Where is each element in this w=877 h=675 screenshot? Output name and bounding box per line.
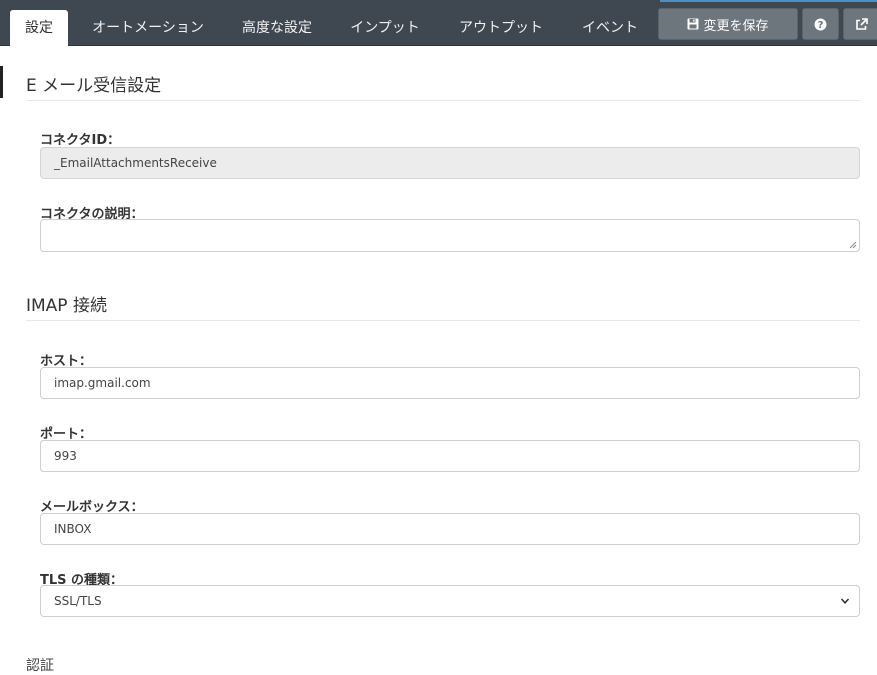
connector-id-label: コネクタID： <box>40 133 121 148</box>
save-changes-button[interactable]: 変更を保存 <box>658 8 798 40</box>
tab-output[interactable]: アウトプット <box>448 10 554 46</box>
floppy-disk-icon <box>687 18 699 30</box>
accent-line <box>660 0 877 2</box>
tab-automation[interactable]: オートメーション <box>82 10 214 46</box>
save-button-label: 変更を保存 <box>703 18 769 34</box>
svg-text:?: ? <box>818 20 824 31</box>
tls-type-selected-value: SSL/TLS <box>54 594 102 608</box>
external-link-icon <box>855 17 868 31</box>
divider <box>26 320 860 321</box>
tab-settings[interactable]: 設定 <box>10 10 68 46</box>
tab-input[interactable]: インプット <box>340 10 430 46</box>
active-section-indicator <box>0 66 3 98</box>
imap-connection-title: IMAP 接続 <box>26 296 107 316</box>
question-circle-icon: ? <box>814 18 827 31</box>
chevron-down-icon <box>840 598 850 604</box>
tls-type-select[interactable]: SSL/TLS <box>40 585 860 617</box>
help-button[interactable]: ? <box>802 8 839 40</box>
connector-id-field: _EmailAttachmentsReceive <box>40 147 860 179</box>
authentication-section-title: 認証 <box>26 658 54 674</box>
connector-description-textarea[interactable] <box>40 219 860 252</box>
mailbox-input[interactable]: INBOX <box>40 513 860 545</box>
resize-handle-icon[interactable] <box>849 241 857 249</box>
port-input[interactable]: 993 <box>40 440 860 472</box>
host-input[interactable]: imap.gmail.com <box>40 367 860 399</box>
top-navigation-bar: 設定 オートメーション 高度な設定 インプット アウトプット イベント 変更を保… <box>0 0 877 46</box>
tab-events[interactable]: イベント <box>572 10 648 46</box>
divider <box>26 100 860 101</box>
email-settings-title: E メール受信設定 <box>26 76 162 96</box>
tab-advanced-settings[interactable]: 高度な設定 <box>232 10 322 46</box>
open-external-button[interactable] <box>843 8 877 40</box>
